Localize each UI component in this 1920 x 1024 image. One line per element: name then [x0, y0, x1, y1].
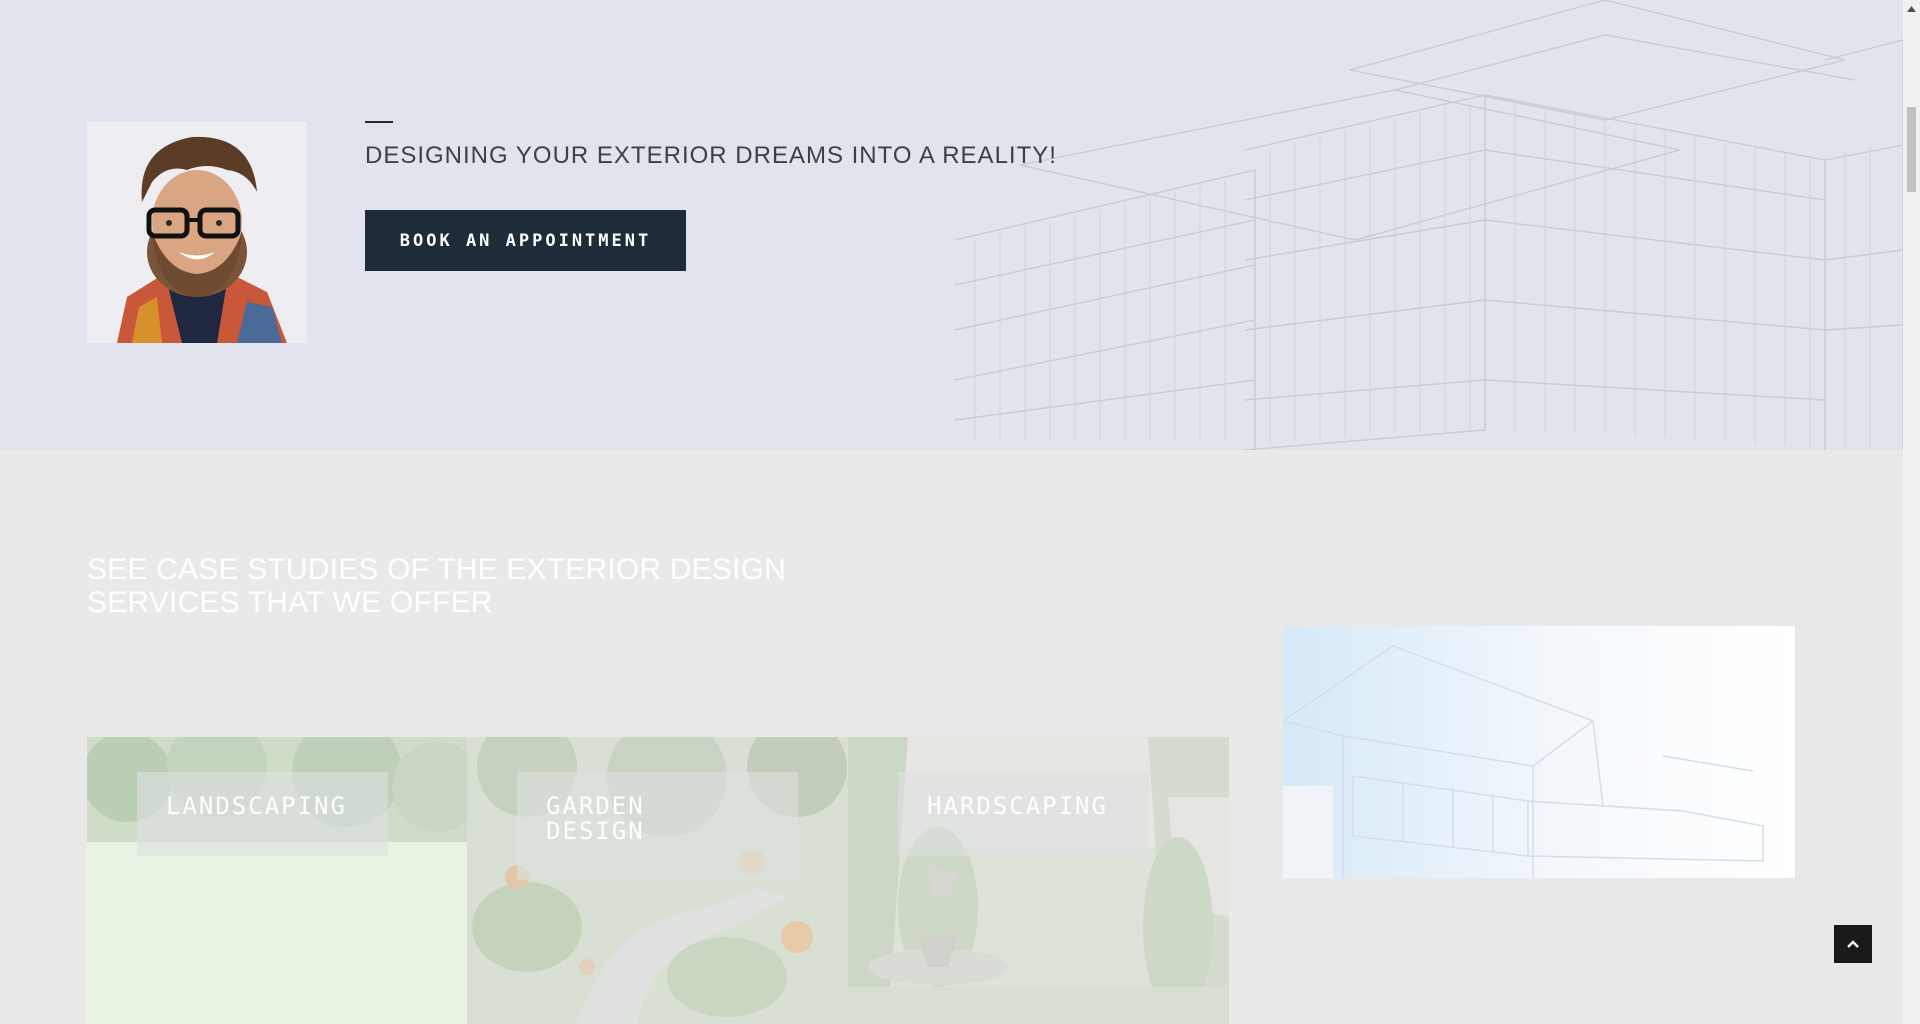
- case-studies-heading: SEE CASE STUDIES OF THE EXTERIOR DESIGN …: [87, 553, 787, 619]
- architect-portrait: [87, 122, 307, 343]
- case-studies-heading-line1: SEE CASE STUDIES OF THE EXTERIOR DESIGN: [87, 553, 787, 586]
- case-study-cards: LANDSCAPING GARDEN DESIGN HARDSCAPING: [87, 737, 1229, 1024]
- hardscaping-label: HARDSCAPING: [898, 772, 1149, 856]
- garden-design-label-line2: DESIGN: [546, 817, 645, 845]
- case-card-garden-design[interactable]: GARDEN DESIGN: [467, 737, 848, 1024]
- modern-house-image: [1283, 626, 1795, 878]
- garden-design-label: GARDEN DESIGN: [517, 772, 798, 880]
- tagline-accent-rule: [365, 121, 393, 123]
- page-scrollbar[interactable]: [1903, 0, 1920, 1024]
- page: DESIGNING YOUR EXTERIOR DREAMS INTO A RE…: [0, 0, 1903, 1024]
- garden-design-label-line1: GARDEN: [546, 792, 645, 820]
- case-studies-heading-line2: SERVICES THAT WE OFFER: [87, 586, 493, 619]
- scrollbar-thumb[interactable]: [1907, 107, 1916, 192]
- landscaping-label: LANDSCAPING: [137, 772, 388, 856]
- scrollbar-up-button[interactable]: [1903, 0, 1920, 17]
- hero-tagline: DESIGNING YOUR EXTERIOR DREAMS INTO A RE…: [365, 142, 1057, 169]
- building-sketch-image: [955, 0, 1903, 450]
- chevron-up-icon: [1847, 940, 1859, 948]
- case-card-landscaping[interactable]: LANDSCAPING: [87, 737, 467, 1024]
- case-card-hardscaping[interactable]: HARDSCAPING: [848, 737, 1229, 1024]
- hero-section: DESIGNING YOUR EXTERIOR DREAMS INTO A RE…: [0, 0, 1903, 450]
- triangle-up-icon: [1907, 5, 1916, 12]
- scroll-to-top-button[interactable]: [1834, 925, 1872, 963]
- book-appointment-button[interactable]: BOOK AN APPOINTMENT: [365, 210, 686, 271]
